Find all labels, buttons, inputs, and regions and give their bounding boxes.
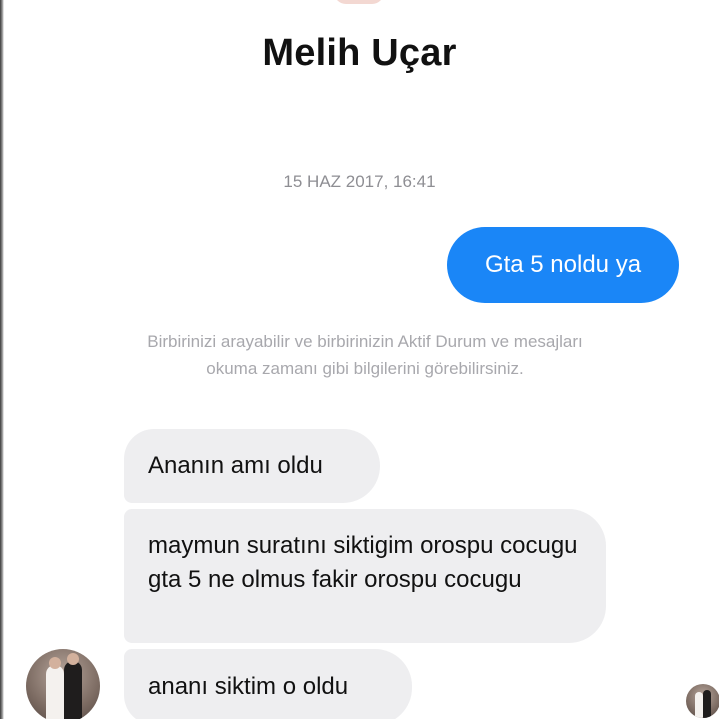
profile-picture-cropped[interactable]: [334, 0, 384, 4]
incoming-message-text: ananı siktim o oldu: [148, 673, 349, 700]
message-timestamp: 15 HAZ 2017, 16:41: [283, 172, 436, 191]
contact-name-title[interactable]: Melih Uçar: [0, 32, 719, 75]
outgoing-message-text: Gta 5 noldu ya: [484, 251, 642, 278]
avatar-figure-bride: [46, 665, 64, 719]
incoming-message-bubble[interactable]: ananı siktim o oldu: [124, 649, 412, 719]
outgoing-message-bubble[interactable]: Gta 5 noldu ya: [447, 227, 679, 303]
avatar-head: [67, 653, 79, 665]
incoming-message-text: maymun suratını siktigim orospu cocugu g…: [148, 532, 578, 593]
read-receipt-avatar: [686, 684, 719, 718]
window-edge: [0, 0, 4, 719]
messenger-conversation-screen: Melih Uçar 15 HAZ 2017, 16:41 Gta 5 nold…: [0, 0, 719, 719]
incoming-message-text: Ananın amı oldu: [148, 452, 323, 479]
incoming-message-bubble[interactable]: Ananın amı oldu: [124, 429, 380, 503]
receipt-figure: [703, 690, 711, 718]
receipt-figure: [695, 692, 703, 718]
avatar-head: [49, 657, 61, 669]
sender-avatar[interactable]: [26, 649, 100, 719]
avatar-figure-groom: [64, 661, 82, 719]
incoming-message-bubble[interactable]: maymun suratını siktigim orospu cocugu g…: [124, 509, 606, 643]
connection-notice: Birbirinizi arayabilir ve birbirinizin A…: [147, 332, 583, 378]
